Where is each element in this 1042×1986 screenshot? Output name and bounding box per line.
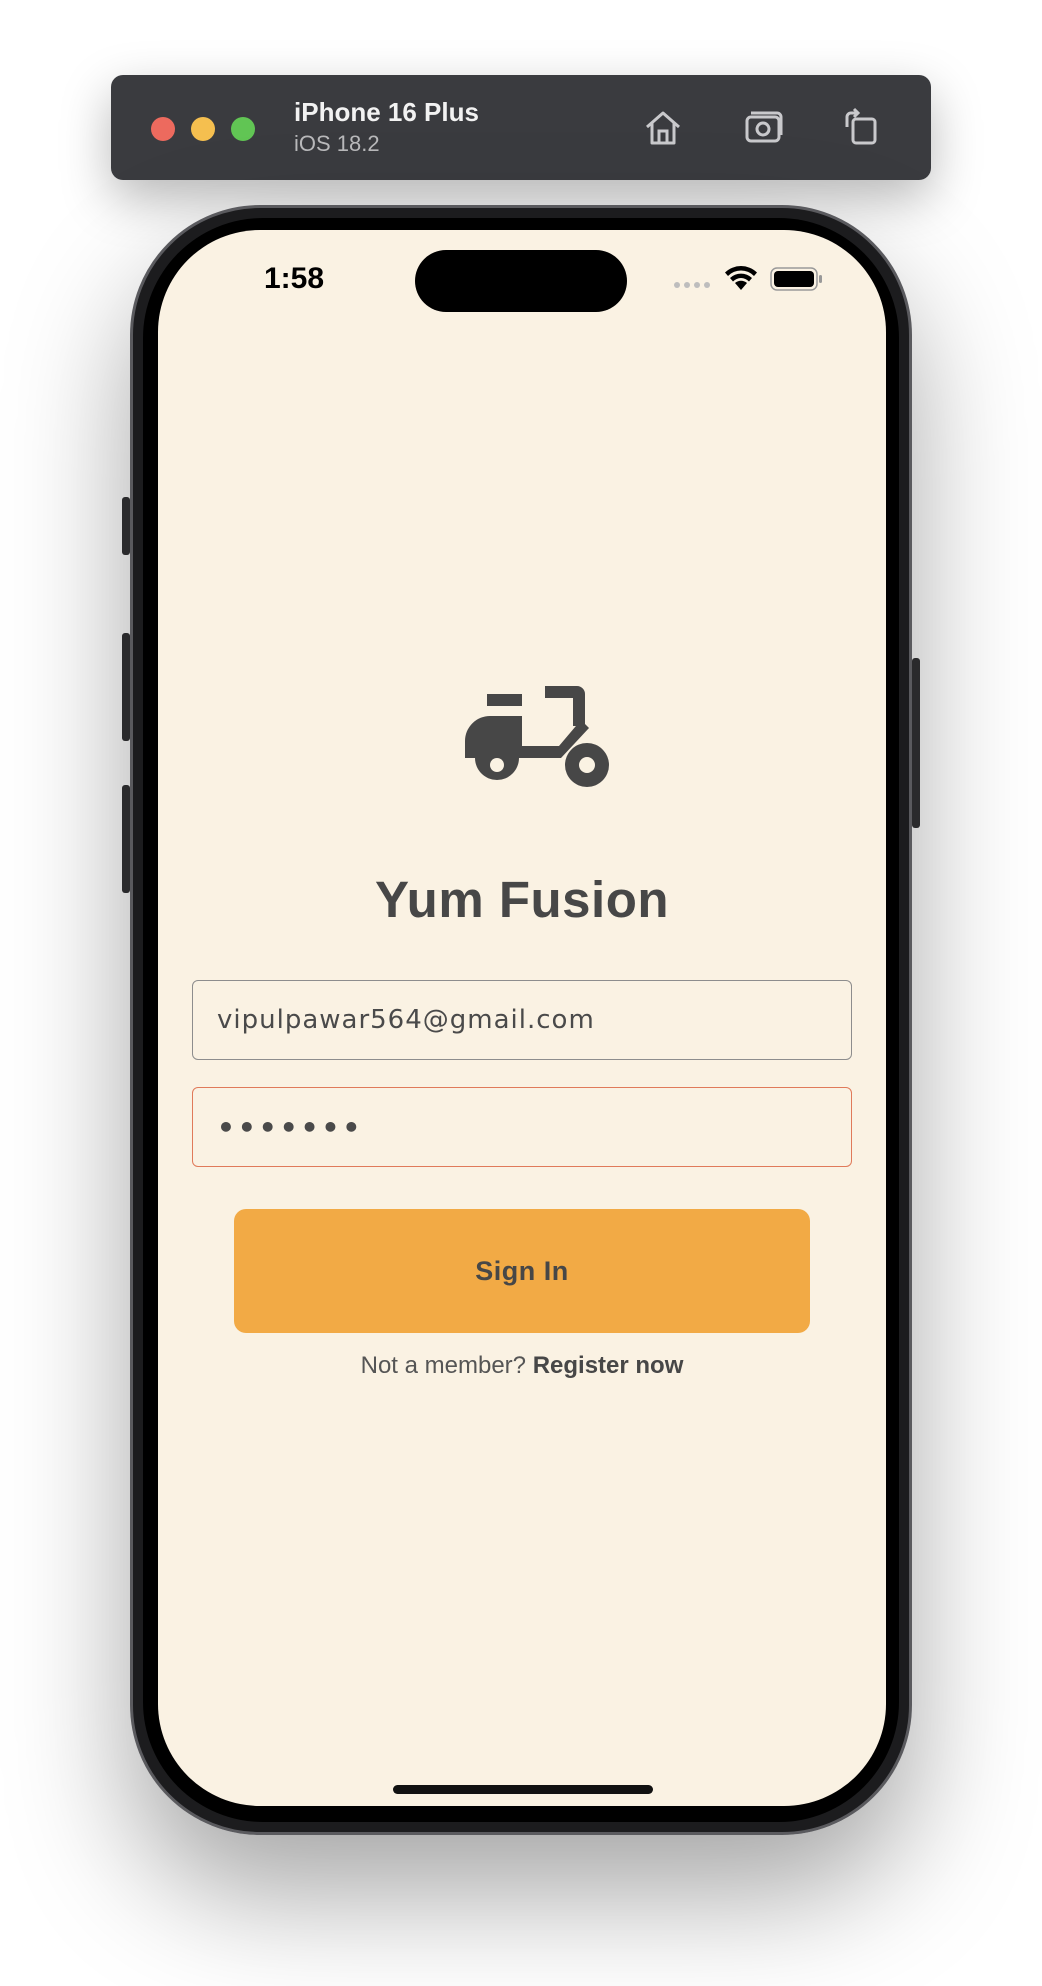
- os-version: iOS 18.2: [294, 131, 380, 156]
- home-icon: [646, 111, 680, 145]
- battery-icon: [770, 267, 822, 291]
- register-prompt: Not a member?: [360, 1352, 527, 1379]
- home-indicator[interactable]: [393, 1785, 653, 1794]
- volume-down-button: [122, 785, 130, 893]
- volume-up-button: [122, 633, 130, 741]
- sign-in-button[interactable]: Sign In: [234, 1209, 810, 1333]
- screenshot-button[interactable]: [742, 105, 786, 149]
- camera-icon: [745, 111, 783, 143]
- simulator-toolbar: iPhone 16 Plus iOS 18.2: [111, 75, 931, 180]
- scooter-icon: [465, 686, 609, 787]
- power-button: [912, 658, 920, 828]
- rotate-button[interactable]: [839, 105, 883, 149]
- status-time: 1:58: [264, 262, 325, 295]
- wifi-icon: [725, 266, 757, 290]
- action-button: [122, 497, 130, 555]
- home-button[interactable]: [641, 105, 685, 149]
- register-now-link[interactable]: Register now: [533, 1352, 684, 1379]
- close-window-button[interactable]: [151, 117, 175, 141]
- app-title: Yum Fusion: [374, 871, 670, 928]
- register-row: Not a member? Register now: [158, 1352, 886, 1380]
- rotate-icon: [845, 107, 877, 145]
- app-screen: 1:58 Yum Fusion vipulpawar564@gmail.com …: [158, 230, 886, 1806]
- dynamic-island: [415, 250, 627, 312]
- cellular-signal-icon: [674, 282, 710, 288]
- password-field[interactable]: •••••••: [192, 1087, 852, 1167]
- minimize-window-button[interactable]: [191, 117, 215, 141]
- device-name: iPhone 16 Plus: [294, 97, 479, 127]
- sign-in-label: Sign In: [475, 1255, 569, 1286]
- email-field[interactable]: vipulpawar564@gmail.com: [192, 980, 852, 1060]
- zoom-window-button[interactable]: [231, 117, 255, 141]
